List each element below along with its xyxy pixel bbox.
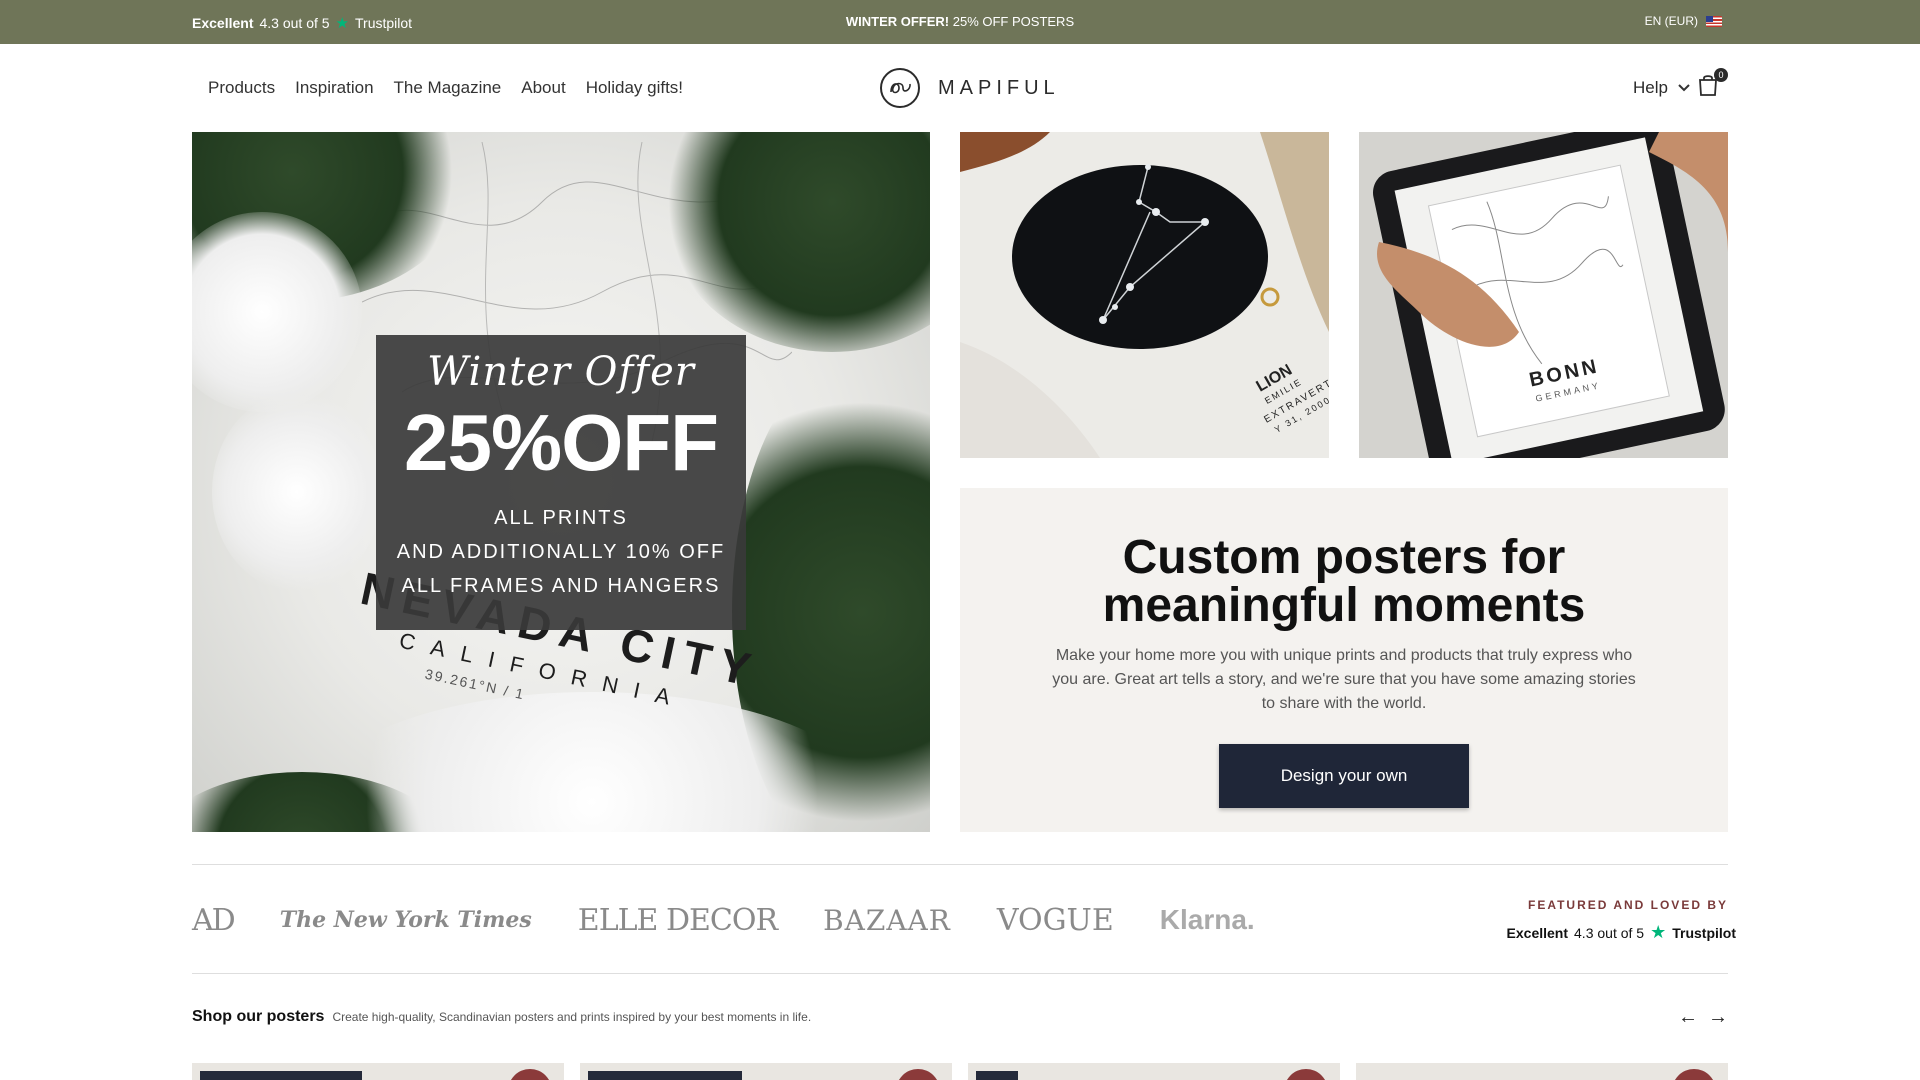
favorite-heart-icon[interactable]: [1672, 1069, 1716, 1080]
trustpilot-name: Trustpilot: [1672, 924, 1736, 941]
arrow-left-icon[interactable]: ←: [1678, 1006, 1698, 1029]
heading-line-1: Custom posters for: [1122, 531, 1566, 584]
divider: [192, 973, 1728, 974]
logo-wordmark: MAPIFUL: [938, 76, 1060, 99]
klarna-logo: Klarna.: [1159, 904, 1255, 935]
nav-item-products[interactable]: Products: [208, 78, 275, 98]
offer-script-title: Winter Offer: [427, 349, 695, 395]
favorite-heart-icon[interactable]: [896, 1069, 940, 1080]
winter-offer-hero-image[interactable]: NEVADA CITY CALIFORNIA 39.261°N / 1 Wint…: [192, 132, 930, 832]
language-selector[interactable]: EN (EUR): [1645, 14, 1722, 28]
favorite-heart-icon[interactable]: [508, 1069, 552, 1080]
help-menu[interactable]: Help: [1633, 78, 1690, 98]
offer-percent: 25%OFF: [403, 398, 719, 487]
cart-count-badge: 0: [1714, 68, 1728, 82]
offer-details: ALL PRINTS AND ADDITIONALLY 10% OFF ALL …: [376, 501, 746, 603]
product-card-tag: [588, 1071, 742, 1080]
trustpilot-widget-secondary[interactable]: Excellent 4.3 out of 5 ★ Trustpilot: [1507, 922, 1736, 943]
custom-posters-panel: Custom posters for meaningful moments Ma…: [960, 488, 1728, 832]
heading-line-2: meaningful moments: [1102, 579, 1586, 632]
divider: [192, 864, 1728, 865]
bazaar-logo: BAZAAR: [823, 903, 951, 937]
favorite-heart-icon[interactable]: [1284, 1069, 1328, 1080]
chevron-down-icon: [1678, 84, 1690, 92]
press-logos: AD The New York Times ELLE DECOR BAZAAR …: [192, 896, 1255, 944]
offer-line-1: ALL PRINTS: [494, 507, 628, 529]
language-label: EN (EUR): [1644, 14, 1698, 28]
product-card[interactable]: [580, 1063, 952, 1080]
product-card-tag: [200, 1071, 362, 1080]
carousel-arrows: ← →: [1678, 1006, 1728, 1029]
nav-item-holiday-gifts[interactable]: Holiday gifts!: [586, 78, 683, 98]
nav-menu: Products Inspiration The Magazine About …: [208, 78, 683, 98]
trustpilot-rating: Excellent: [1506, 924, 1569, 941]
cart-button[interactable]: 0: [1698, 68, 1728, 96]
arrow-right-icon[interactable]: →: [1708, 1006, 1728, 1029]
announcement-bar: Excellent 4.3 out of 5 ★ Trustpilot WINT…: [0, 0, 1920, 44]
main-navigation: Products Inspiration The Magazine About …: [0, 44, 1920, 132]
tablet-map-illustration: BONN GERMANY: [1359, 132, 1728, 458]
offer-text: 25% OFF POSTERS: [949, 14, 1075, 29]
design-your-own-button[interactable]: Design your own: [1219, 744, 1469, 808]
offer-line-2: AND ADDITIONALLY 10% OFF: [396, 541, 726, 563]
constellation-poster-illustration: LION EMILIE EXTRAVERTIE Y 31, 2000: [960, 132, 1329, 458]
site-logo[interactable]: MAPIFUL: [880, 68, 1060, 108]
shop-posters-description: Create high-quality, Scandinavian poster…: [332, 1010, 812, 1024]
product-card[interactable]: [1356, 1063, 1728, 1080]
us-flag-icon: [1706, 15, 1722, 27]
offer-banner[interactable]: WINTER OFFER! 25% OFF POSTERS: [0, 14, 1920, 29]
ad-logo: AD: [192, 902, 236, 938]
nav-item-magazine[interactable]: The Magazine: [394, 78, 502, 98]
vogue-logo: VOGUE: [996, 902, 1114, 938]
elle-decor-logo: ELLE DECOR: [577, 902, 778, 938]
product-card-tag: [976, 1071, 1018, 1080]
help-label: Help: [1633, 78, 1668, 97]
winter-offer-box: Winter Offer 25%OFF ALL PRINTS AND ADDIT…: [376, 335, 746, 630]
tablet-map-poster-image[interactable]: BONN GERMANY: [1359, 132, 1728, 458]
logo-mark-icon: [880, 68, 920, 108]
offer-line-3: ALL FRAMES AND HANGERS: [401, 575, 721, 597]
product-card[interactable]: [968, 1063, 1340, 1080]
shop-posters-header: Shop our posters Create high-quality, Sc…: [192, 1008, 811, 1026]
constellation-poster-image[interactable]: LION EMILIE EXTRAVERTIE Y 31, 2000: [960, 132, 1329, 458]
trustpilot-score: 4.3 out of 5: [1574, 924, 1645, 941]
fur-ornament-decoration: [212, 392, 382, 592]
product-card[interactable]: [192, 1063, 564, 1080]
custom-posters-heading: Custom posters for meaningful moments: [960, 534, 1728, 630]
trustpilot-star-icon: ★: [1650, 922, 1667, 942]
custom-posters-description: Make your home more you with unique prin…: [1052, 647, 1636, 712]
shop-posters-title: Shop our posters: [192, 1008, 325, 1025]
offer-bold: WINTER OFFER!: [845, 14, 950, 29]
nav-item-about[interactable]: About: [521, 78, 565, 98]
nav-item-inspiration[interactable]: Inspiration: [295, 78, 373, 98]
featured-label: FEATURED AND LOVED BY: [1527, 898, 1728, 912]
nyt-logo: The New York Times: [279, 907, 532, 933]
